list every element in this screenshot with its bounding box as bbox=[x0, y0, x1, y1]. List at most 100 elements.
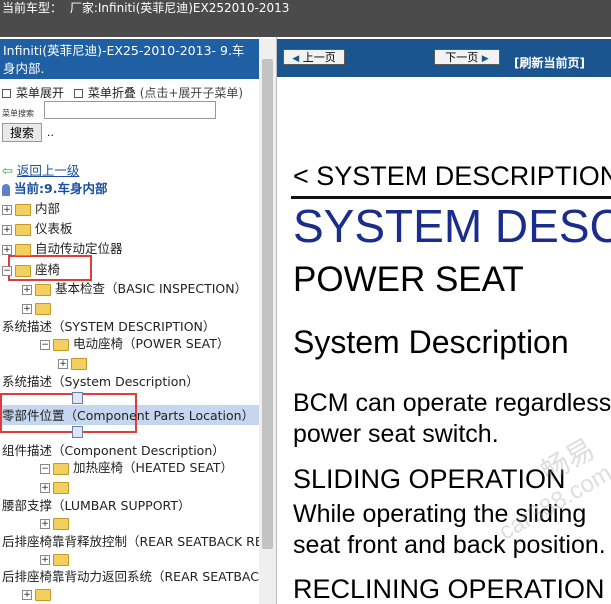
folder-icon bbox=[15, 243, 31, 256]
prev-page-button[interactable]: ◀ 上一页 bbox=[283, 49, 345, 65]
node-label[interactable]: 系统描述（SYSTEM DESCRIPTION） bbox=[2, 319, 215, 334]
arrow-right-icon: ▶ bbox=[481, 54, 489, 64]
node-label[interactable]: 内部 bbox=[35, 201, 60, 216]
document-icon bbox=[72, 392, 83, 404]
node-label[interactable]: 零部件位置（Component Parts Location） bbox=[2, 408, 254, 423]
menu-controls: 菜单展开 菜单折叠 (点击+展开子菜单) bbox=[2, 84, 243, 101]
tree-node-subfolder[interactable]: + bbox=[40, 479, 73, 495]
collapse-toggle[interactable]: − bbox=[40, 339, 50, 350]
folder-icon bbox=[53, 553, 69, 566]
tree-node-subfolder[interactable]: + bbox=[40, 551, 73, 567]
folder-icon bbox=[35, 283, 51, 296]
search-button[interactable]: 搜索 bbox=[2, 123, 42, 142]
tree-node-seat[interactable]: − 座椅 bbox=[2, 262, 60, 278]
menu-collapse-link[interactable]: 菜单折叠 bbox=[88, 86, 136, 100]
collapse-hint: (点击+展开子菜单) bbox=[139, 86, 244, 100]
folder-open-icon bbox=[53, 338, 69, 351]
expand-toggle[interactable]: + bbox=[2, 204, 12, 215]
sidebar-title: Infiniti(英菲尼迪)-EX25-2010-2013- 9.车身内部. bbox=[0, 39, 259, 79]
operation-heading: SLIDING OPERATION bbox=[293, 464, 566, 494]
arrow-left-icon: ◀ bbox=[292, 54, 300, 64]
expand-toggle[interactable]: + bbox=[40, 482, 50, 493]
node-label[interactable]: 后排座椅靠背动力返回系统（REAR SEATBACK POWER RETURN … bbox=[2, 569, 276, 584]
tree-node-heated-seat[interactable]: − 加热座椅（HEATED SEAT） bbox=[40, 460, 233, 476]
node-label[interactable]: 电动座椅（POWER SEAT） bbox=[73, 336, 229, 351]
expand-toggle[interactable]: + bbox=[2, 244, 12, 255]
node-label[interactable]: 座椅 bbox=[35, 262, 60, 277]
tree-node-auto-positioner[interactable]: + 自动传动定位器 bbox=[2, 241, 123, 257]
back-link-row[interactable]: ⇦ 返回上一级 bbox=[2, 163, 79, 180]
folder-icon bbox=[15, 223, 31, 236]
node-label[interactable]: 基本检查（BASIC INSPECTION） bbox=[55, 281, 247, 296]
search-label: 菜单搜索 bbox=[2, 109, 34, 118]
paragraph-line: seat front and back position. bbox=[293, 531, 606, 559]
tree-node-interior[interactable]: + 内部 bbox=[2, 201, 60, 217]
next-page-label: 下一页 bbox=[445, 51, 479, 64]
expand-toggle[interactable]: + bbox=[22, 303, 32, 314]
tree-node-dashboard[interactable]: + 仪表板 bbox=[2, 221, 73, 237]
node-label[interactable]: 加热座椅（HEATED SEAT） bbox=[73, 460, 233, 475]
collapse-icon[interactable] bbox=[73, 89, 83, 98]
folder-icon bbox=[35, 302, 51, 315]
tree-node-system-description-sub[interactable]: 系统描述（System Description） bbox=[2, 374, 199, 390]
tree-node-component-parts-location[interactable]: 零部件位置（Component Parts Location） bbox=[2, 408, 254, 424]
tree-node-rear-seatback-release[interactable]: 后排座椅靠背释放控制（REAR SEATBACK RELEASE CONTROL… bbox=[2, 534, 276, 550]
current-location: 当前:9.车身内部 bbox=[2, 181, 107, 197]
document-panel: ◀ 上一页 下一页 ▶ [刷新当前页] < SYSTEM DESCRIPTION… bbox=[277, 37, 611, 604]
refresh-page-link[interactable]: [刷新当前页] bbox=[514, 54, 585, 71]
tree-node-component-description[interactable]: 组件描述（Component Description） bbox=[2, 443, 225, 459]
paragraph-line: BCM can operate regardless bbox=[293, 389, 611, 417]
node-label[interactable]: 系统描述（System Description） bbox=[2, 374, 199, 389]
next-page-button[interactable]: 下一页 ▶ bbox=[434, 49, 500, 65]
page-title: SYSTEM DESCRIPTION bbox=[293, 200, 611, 252]
tree-node-system-description[interactable]: 系统描述（SYSTEM DESCRIPTION） bbox=[2, 319, 215, 335]
folder-icon bbox=[71, 357, 87, 370]
expand-toggle[interactable]: + bbox=[40, 518, 50, 529]
folder-open-icon bbox=[53, 462, 69, 475]
expand-icon[interactable] bbox=[2, 89, 11, 98]
expand-toggle[interactable]: + bbox=[22, 589, 32, 600]
page-nav-bar: ◀ 上一页 下一页 ▶ [刷新当前页] bbox=[277, 39, 611, 77]
node-label[interactable]: 腰部支撑（LUMBAR SUPPORT） bbox=[2, 498, 190, 513]
current-location-text: 当前:9.车身内部 bbox=[14, 181, 108, 196]
expand-toggle[interactable]: + bbox=[2, 224, 12, 235]
document-icon bbox=[72, 426, 83, 438]
current-model-label: 当前车型： bbox=[2, 1, 63, 15]
scrollbar-thumb[interactable] bbox=[262, 59, 273, 549]
paragraph-line: power seat switch. bbox=[293, 420, 499, 448]
collapse-toggle[interactable]: − bbox=[40, 463, 50, 474]
section-subtitle: System Description bbox=[293, 324, 569, 360]
tree-node-basic-inspection[interactable]: + 基本检查（BASIC INSPECTION） bbox=[22, 281, 247, 297]
node-label[interactable]: 自动传动定位器 bbox=[35, 241, 123, 256]
search-input[interactable] bbox=[44, 101, 216, 119]
node-label[interactable]: 组件描述（Component Description） bbox=[2, 443, 225, 458]
collapse-toggle[interactable]: − bbox=[2, 265, 12, 276]
menu-expand-link[interactable]: 菜单展开 bbox=[16, 86, 64, 100]
expand-toggle[interactable]: + bbox=[22, 284, 32, 295]
tree-node-folder[interactable]: + bbox=[22, 300, 55, 316]
node-label[interactable]: 后排座椅靠背释放控制（REAR SEATBACK RELEASE CONTROL… bbox=[2, 534, 276, 549]
factory-text: 厂家:Infiniti(英菲尼迪)EX252010-2013 bbox=[69, 1, 290, 15]
tree-node-subfolder[interactable]: + bbox=[22, 586, 55, 602]
tree-node-rear-seatback-power-return[interactable]: 后排座椅靠背动力返回系统（REAR SEATBACK POWER RETURN … bbox=[2, 569, 276, 585]
expand-toggle[interactable]: + bbox=[40, 554, 50, 565]
top-bar: 当前车型： 厂家:Infiniti(英菲尼迪)EX252010-2013 bbox=[0, 0, 611, 37]
back-arrow-icon: ⇦ bbox=[2, 164, 13, 179]
node-label[interactable]: 仪表板 bbox=[35, 221, 73, 236]
expand-toggle[interactable]: + bbox=[58, 358, 68, 369]
folder-icon bbox=[35, 588, 51, 601]
section-title: POWER SEAT bbox=[293, 260, 524, 299]
back-link[interactable]: 返回上一级 bbox=[17, 163, 80, 178]
folder-open-icon bbox=[15, 264, 31, 277]
sidebar-scrollbar[interactable] bbox=[259, 39, 276, 604]
tree-node-subfolder[interactable]: + bbox=[58, 355, 91, 371]
folder-icon bbox=[53, 481, 69, 494]
left-sidebar: Infiniti(英菲尼迪)-EX25-2010-2013- 9.车身内部. 菜… bbox=[0, 37, 277, 604]
location-pin-icon bbox=[2, 183, 10, 196]
tree-node-subfolder[interactable]: + bbox=[40, 515, 73, 531]
tree-node-power-seat[interactable]: − 电动座椅（POWER SEAT） bbox=[40, 336, 229, 352]
search-ellipsis: .. bbox=[47, 126, 54, 139]
folder-icon bbox=[53, 517, 69, 530]
tree-node-lumbar-support[interactable]: 腰部支撑（LUMBAR SUPPORT） bbox=[2, 498, 190, 514]
operation-heading: RECLINING OPERATION bbox=[293, 574, 605, 604]
